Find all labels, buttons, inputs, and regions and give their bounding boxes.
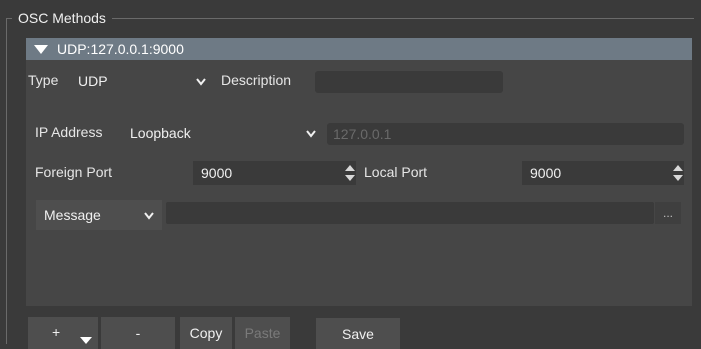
copy-button[interactable]: Copy <box>180 317 232 349</box>
chevron-down-icon <box>144 212 154 220</box>
dropdown-arrow-icon[interactable] <box>80 337 92 344</box>
add-button[interactable]: + <box>28 317 98 349</box>
local-port-spinbox[interactable]: 9000 <box>522 161 684 185</box>
message-type-value: Message <box>44 207 101 223</box>
remove-button[interactable]: - <box>101 317 175 349</box>
chevron-down-icon <box>196 78 206 86</box>
ip-address-select[interactable]: Loopback <box>124 121 324 145</box>
description-field[interactable] <box>315 71 503 93</box>
spin-arrows-icon[interactable] <box>672 164 684 182</box>
type-label: Type <box>28 72 59 88</box>
ip-address-label: IP Address <box>35 124 103 140</box>
group-title: OSC Methods <box>12 9 112 27</box>
method-header-label: UDP:127.0.0.1:9000 <box>57 41 184 57</box>
save-button[interactable]: Save <box>316 318 400 349</box>
triangle-down-icon[interactable] <box>34 44 48 54</box>
message-type-select[interactable]: Message <box>36 200 162 230</box>
add-button-label: + <box>52 324 61 340</box>
ip-address-field: 127.0.0.1 <box>327 123 684 145</box>
chevron-down-icon <box>306 130 316 138</box>
browse-button[interactable]: ... <box>655 202 681 224</box>
type-select-value: UDP <box>78 73 108 89</box>
paste-button: Paste <box>235 317 290 349</box>
spin-arrows-icon[interactable] <box>344 164 356 182</box>
local-port-value: 9000 <box>530 165 562 181</box>
foreign-port-spinbox[interactable]: 9000 <box>193 161 356 185</box>
ip-address-select-value: Loopback <box>130 125 191 141</box>
foreign-port-value: 9000 <box>201 165 233 181</box>
foreign-port-label: Foreign Port <box>35 164 113 180</box>
message-field[interactable] <box>166 202 654 224</box>
description-label: Description <box>221 72 292 88</box>
method-header[interactable]: UDP:127.0.0.1:9000 <box>26 38 692 60</box>
local-port-label: Local Port <box>364 164 428 180</box>
ip-address-value: 127.0.0.1 <box>333 126 392 142</box>
type-select[interactable]: UDP <box>70 69 214 93</box>
